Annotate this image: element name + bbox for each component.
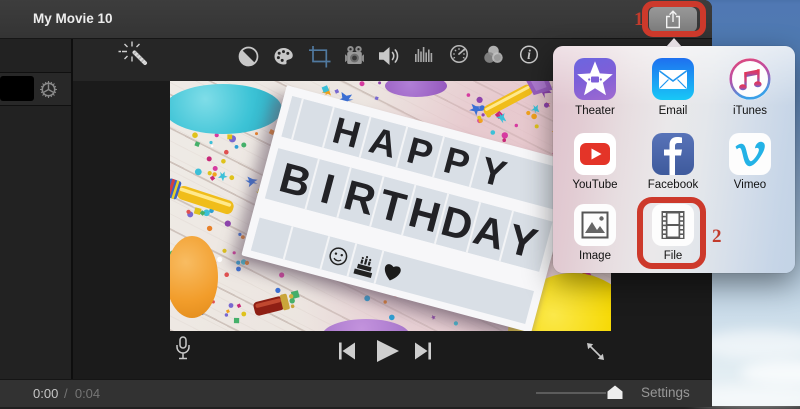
svg-text:i: i (527, 47, 531, 62)
